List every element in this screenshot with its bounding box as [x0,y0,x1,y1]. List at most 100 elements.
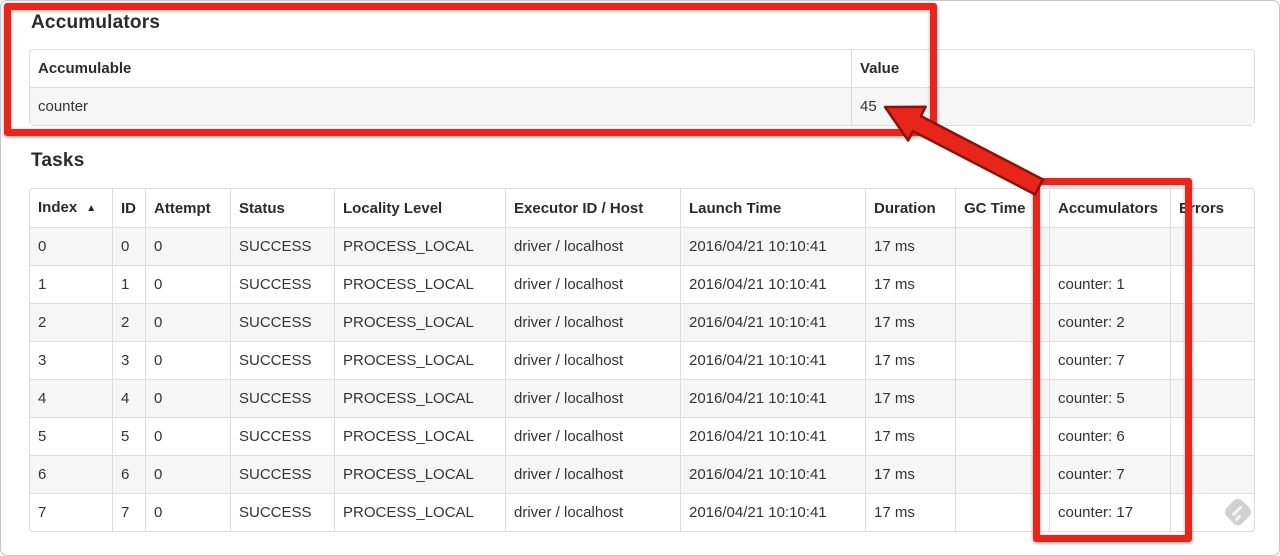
accumulators-section-title: Accumulators [31,12,161,33]
table-cell: PROCESS_LOCAL [334,379,505,417]
table-cell: SUCCESS [230,379,334,417]
column-header-id[interactable]: ID [112,189,145,227]
table-cell: PROCESS_LOCAL [334,341,505,379]
table-cell [955,493,1049,531]
table-cell: counter: 7 [1049,341,1170,379]
table-cell: counter: 17 [1049,493,1170,531]
table-cell [1170,303,1254,341]
column-header-accumulators[interactable]: Accumulators [1049,189,1170,227]
table-cell: 45 [851,87,1254,125]
table-cell [1170,455,1254,493]
table-cell: 6 [112,455,145,493]
table-cell: driver / localhost [505,341,680,379]
table-cell: PROCESS_LOCAL [334,227,505,265]
column-header-executor-id-host[interactable]: Executor ID / Host [505,189,680,227]
table-cell: 0 [30,227,112,265]
table-cell: 0 [145,265,230,303]
table-cell: driver / localhost [505,265,680,303]
table-cell: 6 [30,455,112,493]
tasks-section-title: Tasks [31,150,85,171]
table-cell: counter: 6 [1049,417,1170,455]
column-header-locality-level[interactable]: Locality Level [334,189,505,227]
table-cell: 4 [112,379,145,417]
table-cell: 5 [112,417,145,455]
table-cell: counter: 7 [1049,455,1170,493]
table-cell [1170,379,1254,417]
table-cell: 2016/04/21 10:10:41 [680,417,865,455]
table-cell: 17 ms [865,303,955,341]
column-header-index[interactable]: Index ▲ [30,189,112,227]
table-cell: SUCCESS [230,417,334,455]
table-cell: 2016/04/21 10:10:41 [680,265,865,303]
column-header-attempt[interactable]: Attempt [145,189,230,227]
table-cell: SUCCESS [230,227,334,265]
table-cell: counter: 5 [1049,379,1170,417]
table-cell [955,265,1049,303]
table-cell: 17 ms [865,493,955,531]
table-cell: SUCCESS [230,303,334,341]
table-cell: 0 [145,417,230,455]
table-cell [955,455,1049,493]
table-row: 4 4 0 SUCCESS PROCESS_LOCAL driver / localhos… [30,379,1254,417]
feedly-watermark-icon [1224,498,1252,526]
table-cell: SUCCESS [230,265,334,303]
table-cell: PROCESS_LOCAL [334,417,505,455]
table-cell [955,341,1049,379]
table-cell: 3 [30,341,112,379]
table-cell: 0 [145,455,230,493]
table-cell [1170,265,1254,303]
table-cell: driver / localhost [505,417,680,455]
table-cell: 17 ms [865,265,955,303]
table-cell: driver / localhost [505,227,680,265]
table-cell: 0 [145,303,230,341]
column-header-duration[interactable]: Duration [865,189,955,227]
table-row: 6 6 0 SUCCESS PROCESS_LOCAL driver / localhos… [30,455,1254,493]
table-cell: 1 [112,265,145,303]
column-header-gc-time[interactable]: GC Time [955,189,1049,227]
table-cell: PROCESS_LOCAL [334,493,505,531]
table-cell: 2016/04/21 10:10:41 [680,379,865,417]
column-header-errors[interactable]: Errors [1170,189,1254,227]
table-cell [955,379,1049,417]
header-row: Index ▲ ID Attempt Status Locality Level Execu… [30,189,1254,227]
table-cell: 2016/04/21 10:10:41 [680,341,865,379]
table-cell: driver / localhost [505,303,680,341]
table-cell [1170,227,1254,265]
header-row: Accumulable Value [30,50,1254,87]
accumulators-table: Accumulable Value counter 45 [29,49,1255,126]
table-row: 0 0 0 SUCCESS PROCESS_LOCAL driver / localhos… [30,227,1254,265]
table-cell: 2 [30,303,112,341]
table-row: 2 2 0 SUCCESS PROCESS_LOCAL driver / localhos… [30,303,1254,341]
table-cell: 2016/04/21 10:10:41 [680,493,865,531]
column-header-launch-time[interactable]: Launch Time [680,189,865,227]
table-cell [955,303,1049,341]
table-row: 7 7 0 SUCCESS PROCESS_LOCAL driver / localhos… [30,493,1254,531]
table-cell: 17 ms [865,341,955,379]
table-cell: 2 [112,303,145,341]
table-cell: 2016/04/21 10:10:41 [680,303,865,341]
table-cell: 4 [30,379,112,417]
table-cell: counter: 1 [1049,265,1170,303]
spark-stage-page: Accumulators Accumulable Value counter 45 T… [1,1,1279,532]
table-cell: 17 ms [865,379,955,417]
table-cell: counter [30,87,851,125]
column-header-status[interactable]: Status [230,189,334,227]
table-cell: 0 [145,493,230,531]
column-header-value[interactable]: Value [851,50,1254,87]
table-cell: counter: 2 [1049,303,1170,341]
table-cell: 0 [145,341,230,379]
column-header-accumulable[interactable]: Accumulable [30,50,851,87]
table-cell: driver / localhost [505,493,680,531]
table-cell [1170,417,1254,455]
table-row: 3 3 0 SUCCESS PROCESS_LOCAL driver / localhos… [30,341,1254,379]
sort-ascending-icon: ▲ [86,203,97,214]
table-cell: PROCESS_LOCAL [334,455,505,493]
table-cell: 2016/04/21 10:10:41 [680,455,865,493]
table-cell [955,227,1049,265]
table-cell: 5 [30,417,112,455]
table-cell: 17 ms [865,417,955,455]
table-cell: 7 [112,493,145,531]
screenshot-frame: Accumulators Accumulable Value counter 45 T… [0,0,1280,556]
table-cell: 0 [112,227,145,265]
table-cell: 0 [145,227,230,265]
